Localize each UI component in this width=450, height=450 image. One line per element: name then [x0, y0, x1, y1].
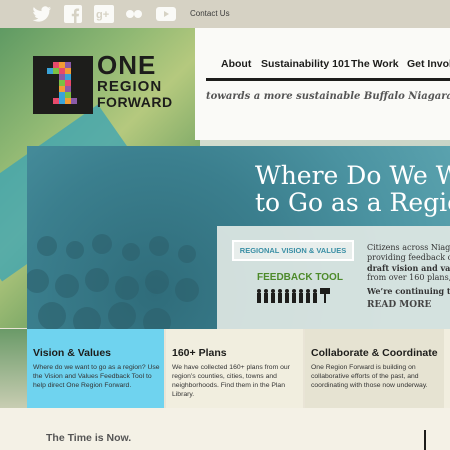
card-text: One Region Forward is building on collab… — [311, 364, 428, 389]
card-collaborate[interactable]: Collaborate & Coordinate One Region Forw… — [305, 329, 450, 408]
feature-description: Citizens across Niaga providing feedback… — [367, 243, 450, 296]
site-logo-mark[interactable] — [33, 56, 93, 114]
logo-line-one: ONE — [97, 50, 157, 80]
site-tagline: towards a more sustainable Buffalo Niaga… — [206, 91, 450, 102]
feedback-tool-label[interactable]: FEEDBACK TOOL — [257, 272, 343, 283]
feature-text-line: We’re continuing th — [367, 286, 450, 296]
logo-line-forward: FORWARD — [97, 94, 173, 110]
card-vision-values[interactable]: Vision & Values Where do we want to go a… — [27, 329, 164, 408]
read-more-link[interactable]: READ MORE — [367, 300, 431, 310]
card-title: 160+ Plans — [172, 347, 227, 359]
nav-item-get-involved[interactable]: Get Involv — [407, 58, 450, 70]
main-nav-panel — [195, 28, 450, 140]
feature-title: Where Do We W to Go as a Regio — [255, 162, 450, 216]
facebook-icon[interactable] — [63, 5, 83, 23]
card-160-plans[interactable]: 160+ Plans We have collected 160+ plans … — [166, 329, 303, 408]
logo-one-graphic — [33, 56, 93, 114]
nav-item-the-work[interactable]: The Work — [351, 58, 399, 70]
card-partial[interactable] — [444, 329, 450, 408]
card-title: Vision & Values — [33, 347, 112, 359]
twitter-icon[interactable] — [32, 5, 52, 23]
svg-text:g+: g+ — [96, 9, 109, 21]
logo-line-region: REGION — [97, 78, 163, 95]
feature-title-line1: Where Do We W — [255, 161, 450, 190]
card-text: Where do we want to go as a region? Use … — [33, 364, 160, 389]
nav-item-sustainability-101[interactable]: Sustainability 101 — [261, 58, 350, 70]
google-plus-icon[interactable]: g+ — [94, 5, 114, 23]
feature-text-line: Citizens across Niaga — [367, 243, 450, 252]
contact-us-link[interactable]: Contact Us — [190, 9, 230, 18]
social-bar: g+ Contact Us — [0, 0, 450, 28]
site-logo-text[interactable]: ONE REGION FORWARD — [97, 52, 173, 109]
card-row-margin — [0, 329, 27, 408]
nav-divider — [206, 78, 450, 81]
flickr-icon[interactable] — [124, 5, 144, 23]
youtube-icon[interactable] — [156, 5, 176, 23]
people-icon — [257, 288, 330, 303]
section-divider — [424, 430, 426, 450]
nav-item-about[interactable]: About — [221, 58, 251, 70]
feature-text-line: from over 160 plans, — [367, 273, 450, 282]
card-text: We have collected 160+ plans from our re… — [172, 364, 290, 398]
card-title: Collaborate & Coordinate — [311, 347, 438, 359]
feature-title-line2: to Go as a Regio — [255, 188, 450, 217]
feature-text-line: providing feedback o — [367, 253, 450, 262]
feature-text-line: draft vision and valu — [367, 263, 450, 273]
section-heading: The Time is Now. — [46, 432, 132, 444]
vision-values-badge[interactable]: REGIONAL VISION & VALUES — [232, 240, 354, 261]
